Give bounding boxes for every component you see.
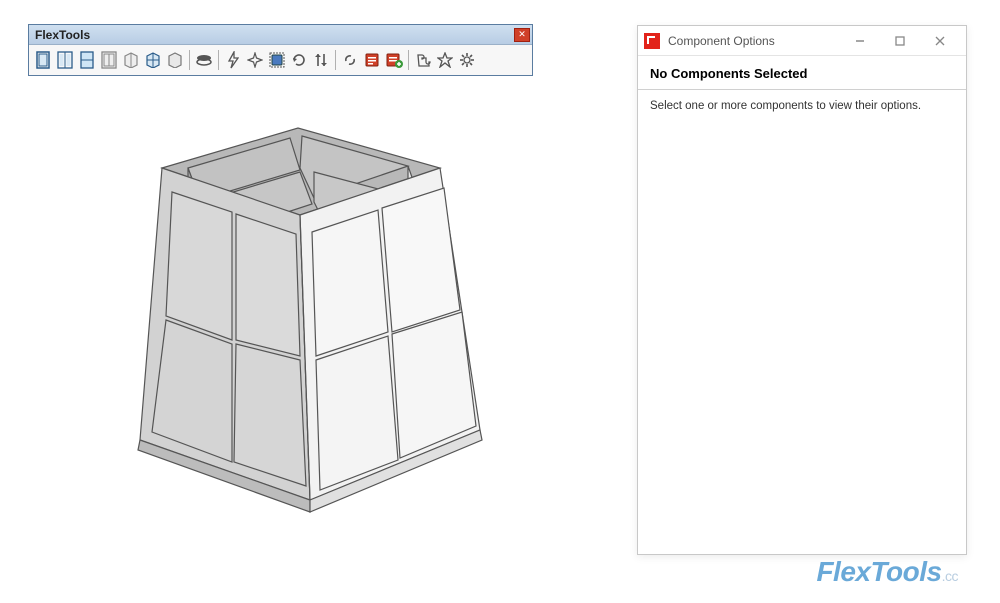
toolbar-separator [218, 50, 219, 70]
flextools-title: FlexTools [35, 28, 90, 42]
report-icon[interactable] [362, 49, 382, 71]
door-single-icon[interactable] [33, 49, 53, 71]
component-options-titlebar[interactable]: Component Options [638, 26, 966, 56]
toolbar-separator [408, 50, 409, 70]
component-options-body: Select one or more components to view th… [638, 90, 966, 122]
sketchup-app-icon [644, 33, 660, 49]
door-glazed-icon[interactable] [77, 49, 97, 71]
flextools-toolbar: FlexTools ✕ [28, 24, 533, 76]
minimize-button[interactable] [840, 27, 880, 55]
door-sliding-icon[interactable] [99, 49, 119, 71]
toolbar-separator [335, 50, 336, 70]
gear-icon[interactable] [457, 49, 477, 71]
watermark-brand: FlexTools [816, 556, 941, 587]
flip-icon[interactable] [311, 49, 331, 71]
window-double-icon[interactable] [143, 49, 163, 71]
toolbar-separator [189, 50, 190, 70]
report-add-icon[interactable] [384, 49, 404, 71]
puzzle-icon[interactable] [413, 49, 433, 71]
star-icon[interactable] [435, 49, 455, 71]
flextools-toolbar-body [29, 45, 532, 75]
window-glazed-icon[interactable] [165, 49, 185, 71]
close-icon[interactable]: ✕ [514, 28, 530, 42]
close-button[interactable] [920, 27, 960, 55]
component-finder-icon[interactable] [267, 49, 287, 71]
flextools-titlebar[interactable]: FlexTools ✕ [29, 25, 532, 45]
component-options-header: No Components Selected [638, 56, 966, 90]
sparkle-icon[interactable] [245, 49, 265, 71]
door-double-icon[interactable] [55, 49, 75, 71]
component-options-panel: Component Options No Components Selected… [637, 25, 967, 555]
window-single-icon[interactable] [121, 49, 141, 71]
component-options-title: Component Options [668, 34, 840, 48]
zap-icon[interactable] [223, 49, 243, 71]
watermark: FlexTools.cc [816, 556, 958, 588]
unlink-icon[interactable] [340, 49, 360, 71]
maximize-button[interactable] [880, 27, 920, 55]
watermark-suffix: .cc [942, 568, 958, 584]
pancake-icon[interactable] [194, 49, 214, 71]
reload-icon[interactable] [289, 49, 309, 71]
